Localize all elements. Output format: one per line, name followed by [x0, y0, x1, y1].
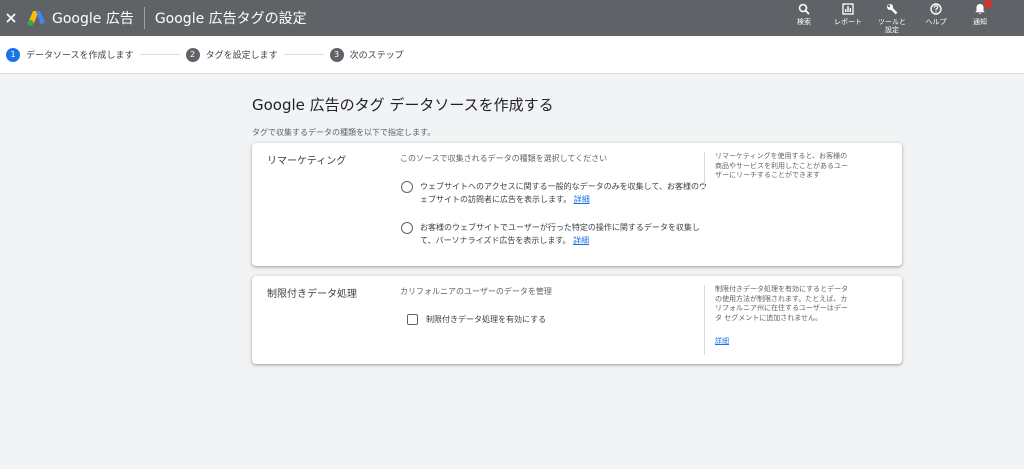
step-set-tag[interactable]: 2 タグを設定します: [185, 47, 278, 62]
main-heading: Google 広告のタグ データソースを作成する タグで収集するデータの種類を以…: [252, 94, 902, 138]
reports-button[interactable]: レポート: [830, 0, 866, 26]
close-icon[interactable]: [2, 9, 20, 27]
radio-button[interactable]: [401, 181, 413, 193]
top-bar: Google 広告 Google 広告タグの設定 検索 レポート ツールと 設定: [0, 0, 1024, 36]
radio-option-text: お客様のウェブサイトでユーザーが行った特定の操作に関するデータを収集して、パーソ…: [420, 221, 710, 247]
title-divider: [143, 7, 145, 29]
side-note-text: リマーケティングを使用すると、お客様の商品やサービスを利用したことがあるユーザー…: [715, 152, 848, 179]
step-number: 2: [185, 47, 200, 62]
reports-label: レポート: [834, 18, 862, 26]
step-label: 次のステップ: [349, 51, 404, 61]
help-button[interactable]: ヘルプ: [918, 0, 954, 26]
step-label: データソースを作成します: [26, 51, 134, 61]
wrench-icon: [885, 2, 899, 16]
option-text: ウェブサイトへのアクセスに関する一般的なデータのみを収集して、お客様のウェブサイ…: [420, 182, 707, 204]
checkbox-label: 制限付きデータ処理を有効にする: [426, 315, 547, 324]
progress-stepper: 1 データソースを作成します 2 タグを設定します 3 次のステップ: [0, 36, 1024, 74]
radio-button[interactable]: [401, 222, 413, 234]
radio-option-text: ウェブサイトへのアクセスに関する一般的なデータのみを収集して、お客様のウェブサイ…: [420, 180, 710, 206]
remarketing-title: リマーケティング: [267, 156, 347, 167]
google-ads-logo-icon: [26, 8, 46, 28]
bell-icon: [973, 0, 992, 16]
learn-more-link[interactable]: 詳細: [574, 195, 590, 204]
step-create-source[interactable]: 1 データソースを作成します: [6, 47, 134, 62]
side-note-text: 制限付きデータ処理を有効にするとデータの使用方法が制限されます。たとえば、カリフ…: [715, 285, 849, 322]
step-label: タグを設定します: [205, 51, 278, 61]
top-actions: 検索 レポート ツールと 設定 ヘルプ 通知: [778, 0, 998, 36]
step-number: 1: [6, 47, 20, 62]
step-connector: [139, 54, 180, 55]
remarketing-side-note: リマーケティングを使用すると、お客様の商品やサービスを利用したことがあるユーザー…: [704, 152, 854, 190]
remarketing-card: リマーケティング このソースで収集されるデータの種類を選択してください ウェブサ…: [252, 143, 902, 266]
notification-badge: [984, 0, 992, 8]
tools-settings-button[interactable]: ツールと 設定: [874, 0, 910, 34]
tools-settings-label: ツールと 設定: [878, 18, 906, 34]
step-next[interactable]: 3 次のステップ: [329, 47, 404, 62]
restricted-title: 制限付きデータ処理: [267, 289, 357, 300]
notifications-button[interactable]: 通知: [962, 0, 998, 26]
main-title: Google 広告のタグ データソースを作成する: [252, 96, 554, 114]
page-title: Google 広告タグの設定: [154, 11, 307, 27]
search-button[interactable]: 検索: [786, 0, 822, 26]
restricted-data-card: 制限付きデータ処理 カリフォルニアのユーザーのデータを管理 制限付きデータ処理を…: [252, 276, 902, 364]
learn-more-link[interactable]: 詳細: [573, 236, 589, 245]
radio-option-general-data[interactable]: ウェブサイトへのアクセスに関する一般的なデータのみを収集して、お客様のウェブサイ…: [401, 180, 710, 206]
option-text: お客様のウェブサイトでユーザーが行った特定の操作に関するデータを収集して、パーソ…: [420, 223, 700, 245]
learn-more-link[interactable]: 詳細: [715, 337, 729, 347]
restricted-data-checkbox[interactable]: [407, 314, 418, 325]
help-label: ヘルプ: [925, 18, 947, 26]
step-number: 3: [329, 47, 344, 62]
restricted-description: カリフォルニアのユーザーのデータを管理: [400, 287, 552, 296]
notifications-label: 通知: [973, 18, 987, 26]
search-icon: [797, 2, 811, 16]
restricted-data-checkbox-row[interactable]: 制限付きデータ処理を有効にする: [407, 314, 546, 325]
main-subtitle: タグで収集するデータの種類を以下で指定します。: [252, 128, 436, 137]
help-icon: [929, 2, 943, 16]
restricted-side-note: 制限付きデータ処理を有効にするとデータの使用方法が制限されます。たとえば、カリフ…: [704, 285, 854, 355]
step-connector: [283, 54, 324, 55]
reports-icon: [841, 2, 855, 16]
radio-option-specific-actions[interactable]: お客様のウェブサイトでユーザーが行った特定の操作に関するデータを収集して、パーソ…: [401, 221, 710, 247]
brand-name: Google 広告: [52, 11, 134, 27]
search-label: 検索: [797, 18, 811, 26]
remarketing-description: このソースで収集されるデータの種類を選択してください: [400, 154, 608, 163]
